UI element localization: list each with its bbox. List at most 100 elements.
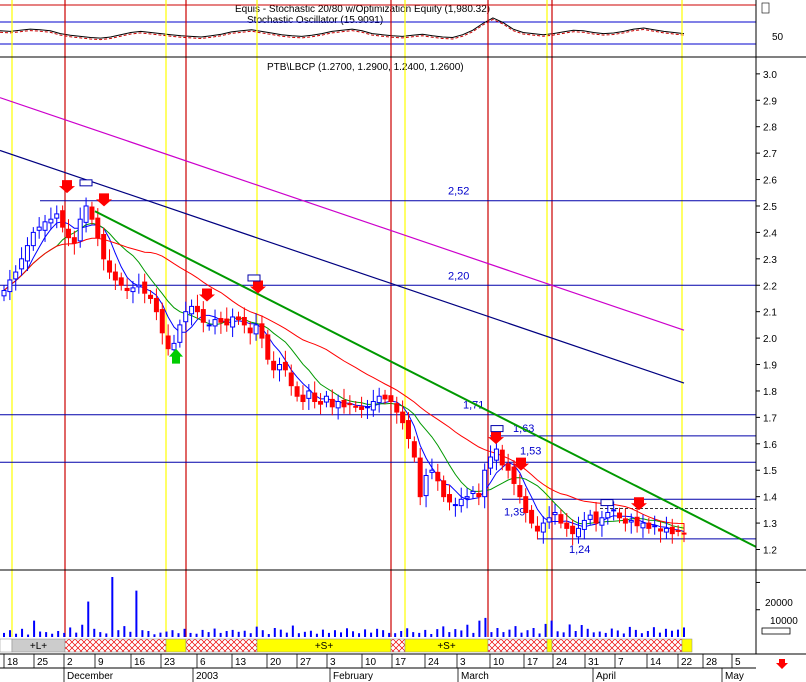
- candle-body-11: [65, 228, 71, 239]
- day-label-9: 27: [300, 657, 312, 668]
- candle-body-51: [300, 394, 306, 403]
- price-y-tick-13: 1.7: [763, 413, 777, 424]
- candle-body-53: [312, 392, 318, 403]
- candle-body-65: [382, 394, 388, 400]
- candle-body-52: [306, 390, 312, 399]
- candle-body-101: [593, 511, 599, 524]
- candle-body-73: [429, 469, 435, 473]
- candle-body-72: [423, 475, 429, 497]
- month-label-5: May: [725, 671, 744, 682]
- price-y-tick-0: 3.0: [763, 70, 777, 81]
- candle-body-32: [189, 305, 195, 315]
- candle-body-13: [77, 218, 83, 242]
- candle-body-105: [617, 512, 623, 519]
- candle-body-30: [177, 324, 183, 343]
- day-label-3: 9: [98, 657, 104, 668]
- candle-body-14: [83, 205, 89, 223]
- candle-body-75: [441, 480, 447, 498]
- candle-body-104: [611, 509, 617, 512]
- level-label-2: 1,71: [463, 400, 484, 412]
- day-label-20: 14: [650, 657, 662, 668]
- day-label-7: 13: [235, 657, 247, 668]
- candle-body-19: [112, 271, 118, 281]
- day-label-6: 6: [200, 657, 206, 668]
- candle-body-49: [288, 372, 294, 387]
- level-label-1: 2,20: [448, 270, 469, 282]
- day-label-5: 23: [164, 657, 176, 668]
- strip-segment-0: [0, 638, 13, 653]
- candle-body-26: [153, 297, 159, 313]
- candle-body-27: [159, 309, 165, 334]
- candle-body-57: [335, 401, 341, 409]
- candle-body-66: [388, 395, 394, 403]
- candle-body-2: [13, 271, 19, 280]
- candle-body-18: [107, 260, 113, 273]
- candle-body-62: [364, 406, 370, 409]
- candle-body-68: [400, 411, 406, 424]
- candle-body-98: [575, 527, 581, 538]
- candle-body-47: [277, 364, 283, 371]
- candle-body-113: [663, 527, 669, 533]
- candle-body-95: [558, 514, 564, 524]
- candle-body-40: [235, 316, 241, 321]
- candle-body-70: [411, 441, 417, 458]
- chart-canvas: Equis - Stochastic 20/80 w/Optimization …: [0, 0, 806, 682]
- month-label-2: February: [333, 671, 373, 682]
- candle-body-4: [24, 245, 30, 262]
- level-label-0: 2,52: [448, 186, 469, 198]
- candle-body-44: [259, 323, 265, 339]
- price-y-tick-16: 1.4: [763, 493, 777, 504]
- candle-body-91: [534, 525, 540, 532]
- candle-body-42: [247, 327, 253, 334]
- level-label-4: 1,53: [520, 445, 541, 457]
- candle-body-12: [71, 237, 77, 244]
- day-label-14: 3: [460, 657, 466, 668]
- price-y-tick-10: 2.0: [763, 334, 777, 345]
- price-y-tick-15: 1.5: [763, 466, 777, 477]
- candle-body-55: [323, 395, 329, 403]
- day-label-8: 20: [270, 657, 282, 668]
- strip-label-1: +S+: [315, 641, 334, 652]
- candle-body-58: [341, 399, 347, 408]
- candle-body-90: [529, 509, 535, 524]
- candle-body-0: [1, 290, 7, 297]
- price-y-tick-18: 1.2: [763, 546, 777, 557]
- candle-body-54: [318, 401, 324, 405]
- candle-body-84: [493, 448, 499, 461]
- candle-body-83: [488, 456, 494, 469]
- candle-body-38: [224, 318, 230, 326]
- exit-marker-1: [247, 274, 261, 282]
- candle-body-3: [19, 258, 25, 270]
- candle-body-74: [435, 471, 441, 482]
- day-label-10: 3: [330, 657, 336, 668]
- candle-body-94: [552, 512, 558, 516]
- candle-body-80: [470, 490, 476, 494]
- price-y-tick-11: 1.9: [763, 361, 777, 372]
- candle-body-10: [60, 210, 66, 228]
- candle-body-29: [171, 342, 177, 351]
- price-y-tick-6: 2.4: [763, 228, 777, 239]
- price-y-tick-8: 2.2: [763, 281, 777, 292]
- candle-body-116: [681, 532, 687, 535]
- candle-body-15: [89, 206, 95, 220]
- candle-body-37: [218, 318, 224, 323]
- candle-body-102: [599, 517, 605, 526]
- price-title: PTB\LBCP (1.2700, 1.2900, 1.2400, 1.2600…: [267, 62, 464, 73]
- level-label-6: 1,24: [569, 544, 590, 556]
- strip-segment-9: [546, 638, 553, 653]
- month-label-3: March: [461, 671, 489, 682]
- candle-body-77: [452, 504, 458, 507]
- candle-body-43: [253, 324, 259, 335]
- candle-body-97: [570, 525, 576, 535]
- candle-body-99: [581, 519, 587, 530]
- candle-body-111: [652, 525, 658, 528]
- volume-y-tick-20000: 20000: [765, 598, 793, 609]
- candle-body-78: [458, 498, 464, 507]
- candle-body-85: [499, 449, 505, 466]
- strip-label-0: +L+: [30, 641, 47, 652]
- price-y-tick-4: 2.6: [763, 176, 777, 187]
- candle-body-17: [101, 234, 107, 260]
- price-y-tick-17: 1.3: [763, 519, 777, 530]
- candle-body-100: [587, 514, 593, 520]
- candle-body-35: [206, 324, 212, 327]
